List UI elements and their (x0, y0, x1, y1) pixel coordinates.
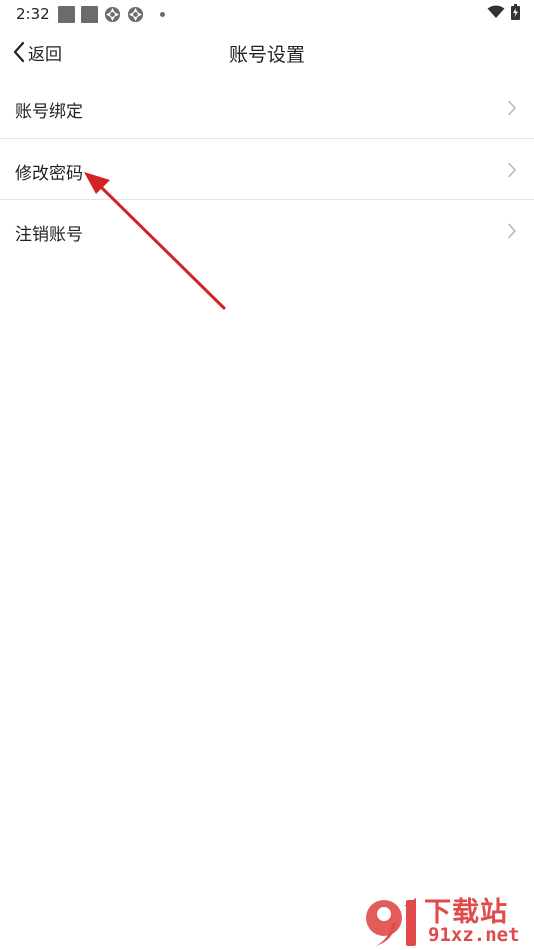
dot-icon (160, 11, 165, 17)
battery-charging-icon (511, 4, 520, 20)
watermark-en-text: 91xz.net (428, 924, 520, 946)
status-time: 2:32 (16, 5, 50, 23)
watermark: 下载站 91xz.net (364, 890, 534, 950)
square-notification-icon (81, 5, 98, 23)
menu-item-label: 注销账号 (15, 225, 83, 245)
aperture-icon (104, 6, 121, 22)
chevron-right-icon (508, 223, 516, 239)
notification-icons (58, 5, 165, 23)
system-icons (487, 4, 520, 20)
wifi-icon (487, 5, 505, 18)
status-bar: 2:32 (0, 0, 534, 28)
menu-item-delete-account[interactable]: 注销账号 (0, 199, 534, 260)
aperture-icon (127, 6, 144, 22)
settings-menu: 账号绑定 修改密码 注销账号 (0, 77, 534, 260)
nav-bar: 返回 账号设置 (0, 28, 534, 76)
menu-item-account-binding[interactable]: 账号绑定 (0, 77, 534, 138)
watermark-logo (366, 898, 416, 946)
chevron-right-icon (508, 162, 516, 178)
menu-item-label: 修改密码 (15, 164, 83, 184)
square-notification-icon (58, 5, 75, 23)
menu-item-change-password[interactable]: 修改密码 (0, 138, 534, 199)
chevron-right-icon (508, 100, 516, 116)
page-title: 账号设置 (228, 44, 305, 66)
menu-item-label: 账号绑定 (15, 102, 83, 122)
